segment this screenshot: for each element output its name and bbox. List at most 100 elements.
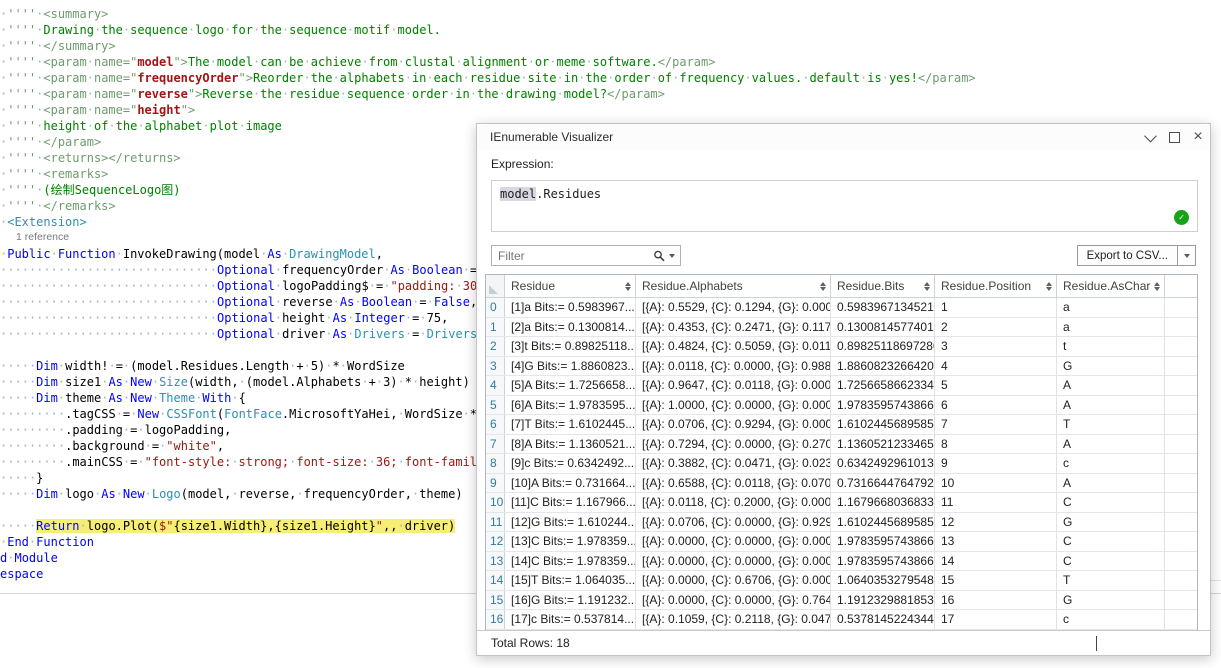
table-row[interactable]: 12[13]C Bits:= 1.978359...[{A}: 0.0000, … [486, 532, 1197, 552]
table-row[interactable]: 8[9]c Bits:= 0.6342492...[{A}: 0.3882, {… [486, 454, 1197, 474]
table-cell-residue[interactable]: [5]A Bits:= 1.7256658... [505, 376, 636, 395]
table-cell-aschar[interactable]: C [1057, 552, 1165, 571]
table-cell-alphabets[interactable]: [{A}: 0.0118, {C}: 0.0000, {G}: 0.9882..… [636, 357, 831, 376]
table-row[interactable]: 1[2]a Bits:= 0.1300814...[{A}: 0.4353, {… [486, 318, 1197, 338]
table-cell-bits[interactable]: 1.16796680368339... [831, 493, 935, 512]
table-cell-residue[interactable]: [11]C Bits:= 1.167966... [505, 493, 636, 512]
table-cell-bits[interactable]: 0.73166447647923... [831, 474, 935, 493]
export-to-csv-button[interactable]: Export to CSV... [1077, 245, 1178, 266]
table-cell-bits[interactable]: 0.63424929610133... [831, 454, 935, 473]
table-cell-bits[interactable]: 1.88608232664209... [831, 357, 935, 376]
table-cell-position[interactable]: 9 [935, 454, 1057, 473]
table-cell-aschar[interactable]: G [1057, 513, 1165, 532]
table-cell-position[interactable]: 1 [935, 298, 1057, 317]
column-header-residue-alphabets[interactable]: Residue.Alphabets [636, 275, 831, 297]
table-row[interactable]: 3[4]G Bits:= 1.8860823...[{A}: 0.0118, {… [486, 357, 1197, 377]
column-header-residue[interactable]: Residue [505, 275, 636, 297]
table-cell-residue[interactable]: [12]G Bits:= 1.610244... [505, 513, 636, 532]
column-header-residue-bits[interactable]: Residue.Bits [831, 275, 935, 297]
table-cell-alphabets[interactable]: [{A}: 0.0000, {C}: 0.0000, {G}: 0.7647..… [636, 591, 831, 610]
table-cell-position[interactable]: 3 [935, 337, 1057, 356]
row-header[interactable]: 11 [486, 513, 505, 532]
table-row[interactable]: 11[12]G Bits:= 1.610244...[{A}: 0.0706, … [486, 513, 1197, 533]
code-line[interactable]: ·''''·<param·name="reverse">Reverse·the·… [0, 86, 1221, 102]
table-cell-alphabets[interactable]: [{A}: 0.4824, {C}: 0.5059, {G}: 0.0118..… [636, 337, 831, 356]
table-cell-residue[interactable]: [15]T Bits:= 1.064035... [505, 571, 636, 590]
table-cell-alphabets[interactable]: [{A}: 0.0000, {C}: 0.0000, {G}: 0.0000..… [636, 532, 831, 551]
table-cell-alphabets[interactable]: [{A}: 0.0706, {C}: 0.9294, {G}: 0.0000..… [636, 415, 831, 434]
code-line[interactable]: ·''''·<param·name="height"> [0, 102, 1221, 118]
table-cell-residue[interactable]: [10]A Bits:= 0.731664... [505, 474, 636, 493]
table-cell-residue[interactable]: [6]A Bits:= 1.9783595... [505, 396, 636, 415]
column-header-residue-position[interactable]: Residue.Position [935, 275, 1057, 297]
table-cell-residue[interactable]: [9]c Bits:= 0.6342492... [505, 454, 636, 473]
table-row[interactable]: 10[11]C Bits:= 1.167966...[{A}: 0.0118, … [486, 493, 1197, 513]
table-cell-alphabets[interactable]: [{A}: 0.0706, {C}: 0.0000, {G}: 0.9294..… [636, 513, 831, 532]
table-cell-aschar[interactable]: C [1057, 493, 1165, 512]
table-cell-bits[interactable]: 1.13605212334658... [831, 435, 935, 454]
table-cell-position[interactable]: 11 [935, 493, 1057, 512]
table-row[interactable]: 5[6]A Bits:= 1.9783595...[{A}: 1.0000, {… [486, 396, 1197, 416]
row-header[interactable]: 10 [486, 493, 505, 512]
table-cell-bits[interactable]: 1.19123298818539... [831, 591, 935, 610]
row-header[interactable]: 5 [486, 396, 505, 415]
table-cell-position[interactable]: 4 [935, 357, 1057, 376]
table-cell-alphabets[interactable]: [{A}: 0.0118, {C}: 0.2000, {G}: 0.0000..… [636, 493, 831, 512]
table-cell-bits[interactable]: 0.13008145774019... [831, 318, 935, 337]
table-cell-alphabets[interactable]: [{A}: 0.1059, {C}: 0.2118, {G}: 0.0471..… [636, 610, 831, 629]
table-cell-aschar[interactable]: T [1057, 571, 1165, 590]
table-cell-alphabets[interactable]: [{A}: 1.0000, {C}: 0.0000, {G}: 0.0000..… [636, 396, 831, 415]
table-cell-bits[interactable]: 0.53781452243448... [831, 610, 935, 629]
table-cell-bits[interactable]: 0.59839671345217... [831, 298, 935, 317]
search-icon[interactable] [653, 250, 665, 262]
table-row[interactable]: 9[10]A Bits:= 0.731664...[{A}: 0.6588, {… [486, 474, 1197, 494]
code-line[interactable]: ·''''·Drawing·the·sequence·logo·for·the·… [0, 22, 1221, 38]
expression-input[interactable]: model.Residues ✓ [491, 180, 1198, 232]
table-row[interactable]: 16[17]c Bits:= 0.537814...[{A}: 0.1059, … [486, 610, 1197, 630]
table-cell-aschar[interactable]: C [1057, 532, 1165, 551]
table-cell-position[interactable]: 14 [935, 552, 1057, 571]
row-header[interactable]: 6 [486, 415, 505, 434]
row-header[interactable]: 7 [486, 435, 505, 454]
table-cell-aschar[interactable]: T [1057, 415, 1165, 434]
filter-dropdown-icon[interactable] [669, 254, 675, 258]
table-cell-alphabets[interactable]: [{A}: 0.6588, {C}: 0.0118, {G}: 0.0706..… [636, 474, 831, 493]
row-header[interactable]: 9 [486, 474, 505, 493]
table-cell-position[interactable]: 15 [935, 571, 1057, 590]
table-cell-position[interactable]: 12 [935, 513, 1057, 532]
table-cell-residue[interactable]: [14]C Bits:= 1.978359... [505, 552, 636, 571]
table-cell-bits[interactable]: 1.97835957438666... [831, 396, 935, 415]
code-line[interactable]: ·''''·<param·name="frequencyOrder">Reord… [0, 70, 1221, 86]
grid-select-all-corner[interactable] [486, 275, 505, 297]
table-row[interactable]: 6[7]T Bits:= 1.6102445...[{A}: 0.0706, {… [486, 415, 1197, 435]
table-cell-position[interactable]: 6 [935, 396, 1057, 415]
table-cell-residue[interactable]: [16]G Bits:= 1.191232... [505, 591, 636, 610]
table-cell-alphabets[interactable]: [{A}: 0.3882, {C}: 0.0471, {G}: 0.0235..… [636, 454, 831, 473]
row-header[interactable]: 13 [486, 552, 505, 571]
table-row[interactable]: 15[16]G Bits:= 1.191232...[{A}: 0.0000, … [486, 591, 1197, 611]
code-line[interactable]: ·''''·<summary> [0, 6, 1221, 22]
row-header[interactable]: 14 [486, 571, 505, 590]
table-cell-position[interactable]: 13 [935, 532, 1057, 551]
table-cell-residue[interactable]: [7]T Bits:= 1.6102445... [505, 415, 636, 434]
table-cell-aschar[interactable]: t [1057, 337, 1165, 356]
table-cell-residue[interactable]: [13]C Bits:= 1.978359... [505, 532, 636, 551]
table-row[interactable]: 13[14]C Bits:= 1.978359...[{A}: 0.0000, … [486, 552, 1197, 572]
row-header[interactable]: 3 [486, 357, 505, 376]
table-cell-position[interactable]: 7 [935, 415, 1057, 434]
table-cell-aschar[interactable]: a [1057, 318, 1165, 337]
filter-input[interactable] [492, 249, 653, 263]
table-cell-residue[interactable]: [1]a Bits:= 0.5983967... [505, 298, 636, 317]
table-row[interactable]: 2[3]t Bits:= 0.89825118...[{A}: 0.4824, … [486, 337, 1197, 357]
table-cell-residue[interactable]: [3]t Bits:= 0.89825118... [505, 337, 636, 356]
table-cell-bits[interactable]: 1.06403532795488... [831, 571, 935, 590]
row-header[interactable]: 2 [486, 337, 505, 356]
table-cell-alphabets[interactable]: [{A}: 0.4353, {C}: 0.2471, {G}: 0.1176..… [636, 318, 831, 337]
table-cell-residue[interactable]: [8]A Bits:= 1.1360521... [505, 435, 636, 454]
code-line[interactable]: ·''''·<param·name="model">The·model·can·… [0, 54, 1221, 70]
table-cell-alphabets[interactable]: [{A}: 0.0000, {C}: 0.6706, {G}: 0.0000..… [636, 571, 831, 590]
table-cell-residue[interactable]: [17]c Bits:= 0.537814... [505, 610, 636, 629]
table-cell-aschar[interactable]: G [1057, 357, 1165, 376]
table-cell-residue[interactable]: [4]G Bits:= 1.8860823... [505, 357, 636, 376]
table-cell-position[interactable]: 17 [935, 610, 1057, 629]
